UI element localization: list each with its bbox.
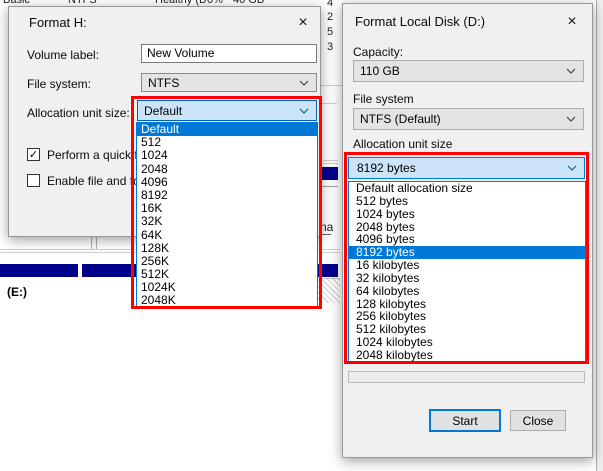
bg-column-divider — [91, 237, 92, 249]
bg-text-fragment: na — [320, 220, 333, 234]
dropdown-option[interactable]: 64 kilobytes — [349, 285, 585, 298]
bg-window-edge — [596, 0, 603, 471]
chevron-down-icon — [299, 80, 309, 86]
dropdown-option[interactable]: 2048K — [137, 294, 317, 307]
dropdown-option[interactable]: 32K — [137, 215, 317, 228]
file-system-combobox[interactable]: NTFS (Default) — [353, 108, 584, 130]
bg-partition-drive-label: (E:) — [7, 285, 27, 299]
dropdown-option[interactable]: 64K — [137, 229, 317, 242]
bg-separator-line — [321, 186, 338, 187]
dialog-title: Format H: — [29, 15, 87, 30]
compression-checkbox[interactable] — [27, 174, 40, 187]
dropdown-option[interactable]: 8192 — [137, 189, 317, 202]
chevron-down-icon — [566, 116, 576, 122]
allocation-unit-size-dropdown-list[interactable]: Default allocation size512 bytes1024 byt… — [348, 181, 586, 362]
file-system-combobox[interactable]: NTFS — [141, 73, 317, 92]
dropdown-option[interactable]: 32 kilobytes — [349, 272, 585, 285]
dropdown-option[interactable]: 1024 bytes — [349, 208, 585, 221]
dropdown-option[interactable]: 1024 — [137, 149, 317, 162]
bg-separator-line — [319, 85, 343, 86]
dropdown-option[interactable]: 128K — [137, 242, 317, 255]
allocation-unit-size-combobox[interactable]: 8192 bytes — [348, 157, 585, 179]
dropdown-option[interactable]: 2048 — [137, 163, 317, 176]
dropdown-option[interactable]: Default allocation size — [349, 182, 585, 195]
bg-digit: 5 — [327, 26, 333, 38]
bg-partition-bar — [321, 167, 338, 180]
allocation-unit-size-label: Allocation unit size — [353, 137, 452, 151]
dropdown-option[interactable]: 4096 — [137, 176, 317, 189]
bg-digit: 3 — [327, 41, 333, 53]
screenshot-root: Basic NTFS Healthy (B 0% 40 GB 4 2 5 3 n… — [0, 0, 603, 471]
allocation-unit-size-label: Allocation unit size: — [27, 106, 130, 120]
bg-separator-line — [323, 163, 338, 164]
bg-separator-line — [319, 103, 337, 104]
quick-format-checkbox[interactable]: ✓ — [27, 148, 40, 161]
dropdown-option[interactable]: 2048 kilobytes — [349, 349, 585, 362]
capacity-combobox[interactable]: 110 GB — [353, 60, 584, 82]
dropdown-option[interactable]: 16 kilobytes — [349, 259, 585, 272]
bg-partition-gap — [78, 264, 82, 277]
dropdown-option[interactable]: 512 bytes — [349, 195, 585, 208]
chevron-down-icon — [299, 108, 309, 114]
format-local-disk-d-dialog: Format Local Disk (D:) × Capacity: 110 G… — [342, 3, 593, 458]
allocation-unit-size-value: Default — [144, 104, 299, 118]
file-system-value: NTFS (Default) — [360, 112, 566, 126]
dialog-title: Format Local Disk (D:) — [355, 14, 485, 29]
file-system-label: File system — [353, 92, 414, 106]
bg-separator-line — [323, 160, 338, 161]
dropdown-option[interactable]: 16K — [137, 202, 317, 215]
allocation-unit-size-combobox[interactable]: Default — [137, 100, 317, 121]
allocation-unit-size-value: 8192 bytes — [355, 161, 567, 175]
file-system-value: NTFS — [148, 76, 299, 90]
capacity-label: Capacity: — [353, 45, 403, 59]
dropdown-option[interactable]: Default — [137, 123, 317, 136]
chevron-down-icon — [566, 68, 576, 74]
chevron-down-icon — [567, 165, 577, 171]
bg-unallocated-hatch — [318, 278, 340, 303]
format-progress-bar — [348, 371, 585, 383]
file-system-label: File system: — [27, 77, 91, 91]
bg-digit: 4 — [327, 0, 333, 9]
capacity-value: 110 GB — [360, 64, 566, 78]
close-icon[interactable]: × — [560, 11, 584, 32]
allocation-unit-size-dropdown-list[interactable]: Default512102420484096819216K32K64K128K2… — [136, 122, 318, 308]
format-h-dialog: Format H: × Volume label: New Volume Fil… — [8, 6, 321, 237]
close-icon[interactable]: × — [291, 12, 315, 33]
bg-digit: 2 — [327, 11, 333, 23]
volume-label-input[interactable]: New Volume — [141, 44, 317, 63]
volume-label-label: Volume label: — [27, 48, 99, 62]
bg-column-divider — [96, 237, 97, 249]
close-button[interactable]: Close — [510, 410, 566, 431]
start-button[interactable]: Start — [429, 409, 501, 432]
